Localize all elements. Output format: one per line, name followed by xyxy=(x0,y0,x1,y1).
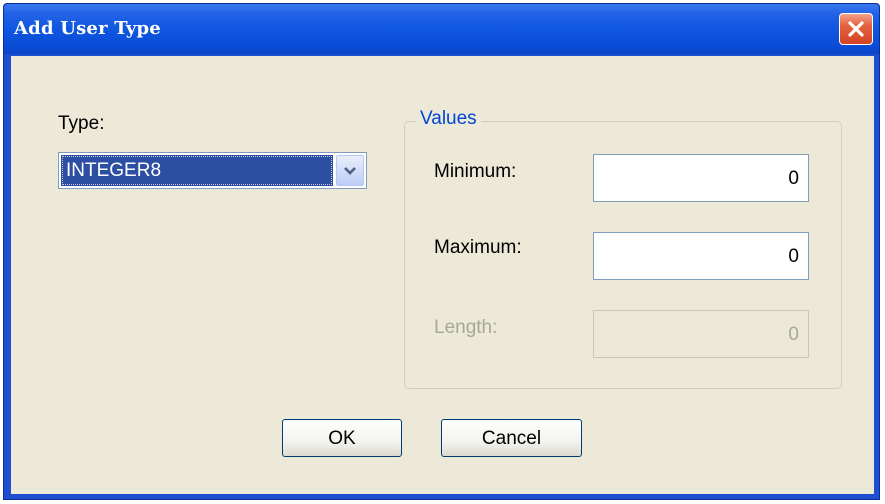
ok-button[interactable]: OK xyxy=(282,419,402,457)
cancel-button[interactable]: Cancel xyxy=(441,419,582,457)
add-user-type-dialog: Add User Type Type: INTEGER8 Values Mini… xyxy=(3,3,880,500)
dropdown-button[interactable] xyxy=(336,155,364,186)
minimum-field[interactable]: 0 xyxy=(593,154,809,202)
type-dropdown-value: INTEGER8 xyxy=(61,155,333,186)
dialog-body: Type: INTEGER8 Values Minimum: 0 Maximum… xyxy=(11,56,874,494)
type-label: Type: xyxy=(58,113,105,134)
minimum-label: Minimum: xyxy=(434,161,517,182)
maximum-label: Maximum: xyxy=(434,237,522,258)
title-bar[interactable]: Add User Type xyxy=(4,4,879,54)
close-button[interactable] xyxy=(839,13,873,45)
window-title: Add User Type xyxy=(14,18,161,39)
values-group-legend: Values xyxy=(416,108,481,130)
length-field: 0 xyxy=(593,310,809,358)
type-dropdown[interactable]: INTEGER8 xyxy=(58,152,367,189)
chevron-down-icon xyxy=(344,166,356,175)
length-label: Length: xyxy=(434,317,498,338)
close-icon xyxy=(848,21,864,37)
maximum-field[interactable]: 0 xyxy=(593,232,809,280)
